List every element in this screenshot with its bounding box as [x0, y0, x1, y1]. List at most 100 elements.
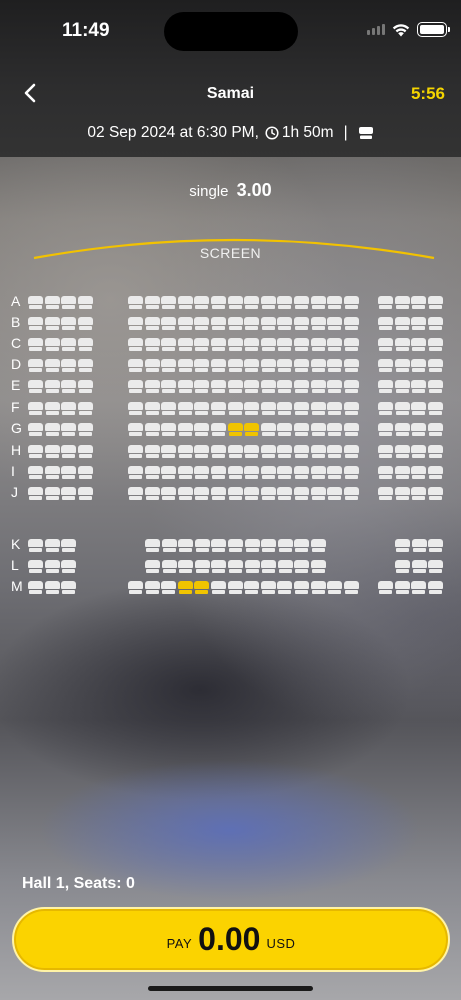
seat-h-2-4[interactable] [177, 445, 193, 458]
seat-e-2-14[interactable] [343, 380, 359, 393]
seat-c-1-4[interactable] [77, 338, 93, 351]
seat-l-2-6[interactable] [228, 560, 243, 573]
seat-k-2-1[interactable] [145, 539, 160, 552]
seat-k-3-2[interactable] [411, 539, 427, 552]
seat-l-2-2[interactable] [161, 560, 177, 573]
seat-i-2-4[interactable] [177, 466, 193, 479]
seat-m-3-1[interactable] [378, 581, 393, 594]
seat-d-1-1[interactable] [28, 359, 43, 372]
seat-g-3-3[interactable] [411, 423, 427, 436]
seat-i-3-3[interactable] [411, 466, 427, 479]
seat-b-3-4[interactable] [427, 317, 443, 330]
seat-h-3-2[interactable] [394, 445, 410, 458]
seat-f-1-2[interactable] [44, 402, 60, 415]
seat-f-1-3[interactable] [61, 402, 77, 415]
seat-f-3-3[interactable] [411, 402, 427, 415]
seat-c-2-2[interactable] [144, 338, 160, 351]
seat-e-2-5[interactable] [194, 380, 210, 393]
seat-h-2-1[interactable] [128, 445, 143, 458]
seat-m-3-2[interactable] [394, 581, 410, 594]
seat-c-2-3[interactable] [161, 338, 177, 351]
seat-m-1-2[interactable] [44, 581, 60, 594]
seat-j-2-9[interactable] [260, 487, 276, 500]
seat-d-2-3[interactable] [161, 359, 177, 372]
seat-e-3-1[interactable] [378, 380, 393, 393]
seat-i-3-1[interactable] [378, 466, 393, 479]
seat-b-2-14[interactable] [343, 317, 359, 330]
seat-e-2-9[interactable] [260, 380, 276, 393]
seat-b-2-1[interactable] [128, 317, 143, 330]
seat-m-2-8[interactable] [244, 581, 260, 594]
seat-c-2-4[interactable] [177, 338, 193, 351]
seat-c-1-3[interactable] [61, 338, 77, 351]
seat-m-2-12[interactable] [310, 581, 326, 594]
seat-b-2-12[interactable] [310, 317, 326, 330]
seat-a-3-4[interactable] [427, 296, 443, 309]
seat-f-1-4[interactable] [77, 402, 93, 415]
seat-a-2-8[interactable] [244, 296, 260, 309]
seat-e-1-4[interactable] [77, 380, 93, 393]
seat-g-2-6[interactable] [211, 423, 226, 436]
seat-d-3-4[interactable] [427, 359, 443, 372]
seat-a-2-13[interactable] [327, 296, 343, 309]
seat-l-2-3[interactable] [178, 560, 194, 573]
seat-e-2-11[interactable] [294, 380, 309, 393]
seat-e-2-3[interactable] [161, 380, 177, 393]
seat-m-2-7[interactable] [227, 581, 243, 594]
seat-a-2-9[interactable] [260, 296, 276, 309]
seat-a-2-3[interactable] [161, 296, 177, 309]
seat-j-2-5[interactable] [194, 487, 210, 500]
seat-m-2-11[interactable] [294, 581, 309, 594]
seat-k-2-7[interactable] [244, 539, 260, 552]
seat-e-2-4[interactable] [177, 380, 193, 393]
seat-d-3-3[interactable] [411, 359, 427, 372]
seat-d-2-14[interactable] [343, 359, 359, 372]
seat-i-2-14[interactable] [343, 466, 359, 479]
seat-h-2-2[interactable] [144, 445, 160, 458]
seat-i-2-12[interactable] [310, 466, 326, 479]
seat-a-1-4[interactable] [77, 296, 93, 309]
seat-h-2-11[interactable] [294, 445, 309, 458]
seat-c-3-2[interactable] [394, 338, 410, 351]
seat-m-3-3[interactable] [411, 581, 427, 594]
seat-h-2-8[interactable] [244, 445, 260, 458]
seat-g-1-4[interactable] [77, 423, 93, 436]
seat-d-2-5[interactable] [194, 359, 210, 372]
seat-c-2-11[interactable] [294, 338, 309, 351]
seat-f-2-8[interactable] [244, 402, 260, 415]
seat-e-3-3[interactable] [411, 380, 427, 393]
seat-f-2-9[interactable] [260, 402, 276, 415]
seat-j-3-2[interactable] [394, 487, 410, 500]
seat-f-1-1[interactable] [28, 402, 43, 415]
seat-j-2-3[interactable] [161, 487, 177, 500]
seat-i-2-3[interactable] [161, 466, 177, 479]
seat-d-2-13[interactable] [327, 359, 343, 372]
seat-g-2-12[interactable] [310, 423, 326, 436]
seat-d-2-9[interactable] [260, 359, 276, 372]
seat-h-1-1[interactable] [28, 445, 43, 458]
seat-d-1-2[interactable] [44, 359, 60, 372]
seat-c-2-12[interactable] [310, 338, 326, 351]
seat-k-1-2[interactable] [44, 539, 60, 552]
seat-a-2-1[interactable] [128, 296, 143, 309]
seat-m-2-3[interactable] [161, 581, 177, 594]
pay-button[interactable]: PAY 0.00 USD [12, 907, 450, 972]
seat-m-2-5[interactable] [194, 581, 210, 594]
seat-e-2-1[interactable] [128, 380, 143, 393]
seat-i-2-2[interactable] [144, 466, 160, 479]
seat-f-2-1[interactable] [128, 402, 143, 415]
seat-c-2-9[interactable] [260, 338, 276, 351]
seat-b-1-4[interactable] [77, 317, 93, 330]
seat-d-2-10[interactable] [277, 359, 293, 372]
seat-j-2-1[interactable] [128, 487, 143, 500]
seat-c-2-13[interactable] [327, 338, 343, 351]
seat-d-1-4[interactable] [77, 359, 93, 372]
seat-b-2-3[interactable] [161, 317, 177, 330]
seat-c-2-14[interactable] [343, 338, 359, 351]
seat-a-2-11[interactable] [294, 296, 309, 309]
seat-i-3-4[interactable] [427, 466, 443, 479]
seat-c-2-6[interactable] [211, 338, 226, 351]
seat-f-2-4[interactable] [177, 402, 193, 415]
seat-m-2-2[interactable] [144, 581, 160, 594]
seat-f-2-11[interactable] [294, 402, 309, 415]
